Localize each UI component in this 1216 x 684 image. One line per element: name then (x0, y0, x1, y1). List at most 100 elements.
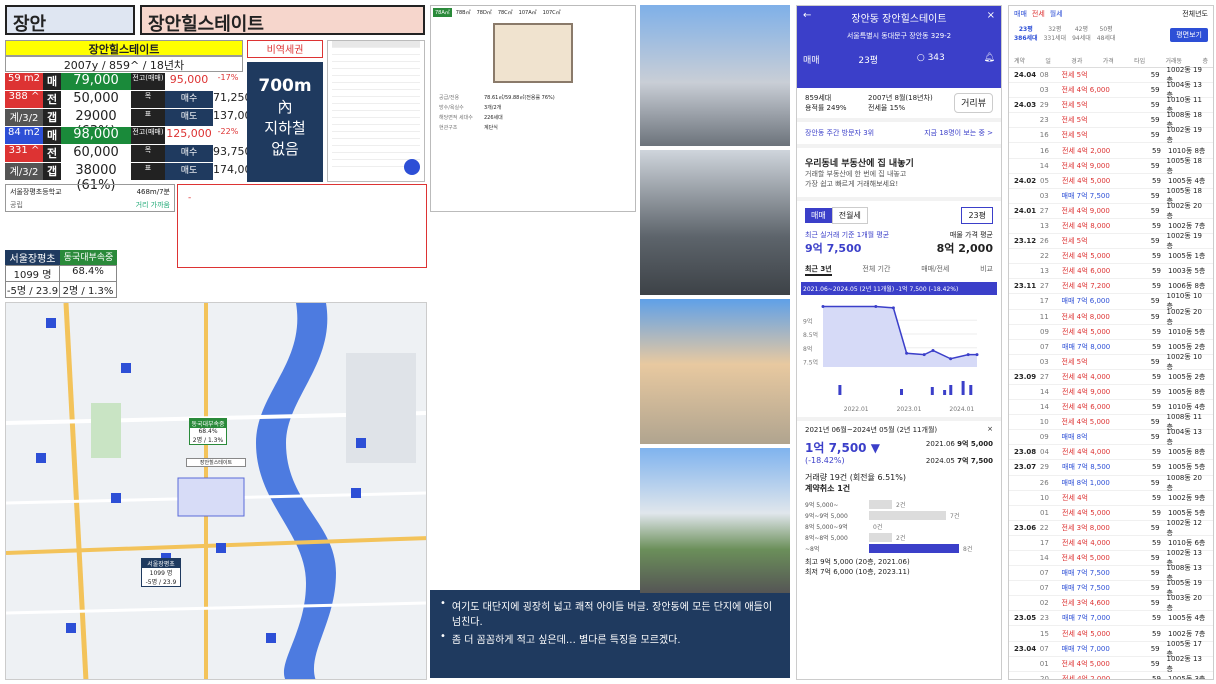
list-type: 59 (1150, 554, 1160, 563)
comments-count[interactable]: ○ 343 (917, 53, 945, 66)
list-row[interactable]: 20 전세 4억 2,000 59 1005동 3층 (1009, 672, 1213, 679)
year-select[interactable]: 전체년도 (1182, 9, 1208, 19)
tab-sale-rent[interactable]: 매매/전세 (921, 264, 949, 276)
tab-rent[interactable]: 전월세 (831, 207, 868, 224)
list-tab[interactable]: 전세 (1032, 10, 1045, 18)
help-icon[interactable] (404, 159, 420, 175)
close-icon[interactable]: × (987, 425, 993, 435)
listing-banner[interactable]: 우리동네 부동산에 집 내놓기 거래할 부동산에 한 번에 집 내놓고 가장 쉽… (797, 148, 1001, 201)
list-row[interactable]: 23.06 22 전세 3억 8,000 59 1002동 12층 (1009, 519, 1213, 537)
row-value: 매도 (165, 109, 213, 126)
photo-street-1 (640, 5, 790, 146)
diff-value: 1억 7,500 ▼ (805, 441, 880, 455)
size-option[interactable]: 50평 48세대 (1097, 24, 1116, 42)
row-price: 79,000 (61, 73, 131, 90)
list-row[interactable]: 26 매매 8억 1,000 59 1008동 20층 (1009, 474, 1213, 492)
map-view[interactable]: 동국대부속중 68.4% 2명 / 1.3% 장안힐스테이트 서울장평초 109… (5, 302, 427, 680)
list-row[interactable]: 03 전세 5억 59 1002동 10층 (1009, 353, 1213, 371)
floorplan-image[interactable] (493, 23, 573, 83)
floorplan-button[interactable]: 평면보기 (1170, 28, 1208, 42)
cancel-count: 계약취소 1건 (805, 484, 851, 493)
map-badge-midschool[interactable]: 동국대부속중 68.4% 2명 / 1.3% (189, 418, 227, 445)
list-row[interactable]: 16 전세 5억 59 1002동 19층 (1009, 126, 1213, 144)
list-row[interactable]: 24.01 27 전세 4억 9,000 59 1002동 20층 (1009, 202, 1213, 220)
close-icon[interactable]: × (987, 10, 995, 25)
list-tab[interactable]: 월세 (1050, 10, 1063, 18)
list-ym: 23.05 (1014, 614, 1037, 623)
bell-icon[interactable]: 🔔︎ (984, 53, 995, 66)
back-icon[interactable]: ← (803, 10, 811, 25)
list-col-header: 일 (1045, 58, 1051, 65)
list-row[interactable]: 11 전세 4억 8,000 59 1002동 20층 (1009, 308, 1213, 326)
list-row[interactable]: 14 전세 4억 9,000 59 1005동 8층 (1009, 385, 1213, 401)
tab-all[interactable]: 전체 기간 (862, 264, 890, 276)
subway-none: 없음 (271, 140, 299, 158)
dist-row: 8억 5,000~9억 0건 (805, 522, 993, 531)
info-year: 2007년 8월(18년차) (868, 94, 933, 102)
dist-label: 9억 5,000~ (805, 502, 839, 509)
school-distance: 468m/7분 (136, 188, 170, 196)
list-row[interactable]: 09 전세 4억 5,000 59 1010동 5층 (1009, 325, 1213, 340)
end-date: 2024.05 (925, 457, 955, 465)
plan-tab[interactable]: 78B㎡ (454, 8, 473, 17)
list-row[interactable]: 13 전세 4억 6,000 59 1003동 5층 (1009, 264, 1213, 280)
list-type: 59 (1152, 493, 1161, 502)
list-row[interactable]: 23.12 26 전세 5억 59 1002동 19층 (1009, 232, 1213, 250)
size-households: 94세대 (1072, 35, 1091, 42)
list-type: 59 (1150, 644, 1160, 653)
list-row[interactable]: 01 전세 4억 5,000 59 1002동 13층 (1009, 655, 1213, 673)
row-value: 125,000 (166, 127, 212, 140)
visit-link[interactable]: 지금 18명이 보는 중 > (924, 128, 993, 138)
list-price: 전세 4억 5,000 (1062, 327, 1111, 336)
list-row[interactable]: 02 전세 3억 4,600 59 1003동 20층 (1009, 594, 1213, 612)
plan-tab[interactable]: 78A㎡ (433, 8, 452, 17)
list-price: 매매 7억 7,500 (1061, 191, 1110, 200)
list-type: 59 (1150, 433, 1160, 442)
price-row: 계/3/2갭 29000 (63%) 표매도137,000 (5, 109, 259, 139)
dist-label: 8억~8억 5,000 (805, 535, 848, 542)
tab-compare[interactable]: 비교 (980, 264, 993, 276)
list-row[interactable]: 23.09 27 전세 4억 4,000 59 1005동 2층 (1009, 370, 1213, 385)
plan-tab[interactable]: 107A㎡ (517, 8, 539, 17)
map-badge-elem[interactable]: 서울장평초 1099 명 -5명 / 23.9 (141, 558, 181, 587)
list-price: 전세 4억 6,000 (1061, 86, 1110, 95)
tab-3y[interactable]: 최근 3년 (805, 264, 832, 276)
list-day: 10 (1039, 418, 1049, 427)
size-select[interactable]: 23평 (858, 53, 878, 66)
row-type: 매 (43, 127, 61, 144)
stat-header-mid: 동국대부속중 (60, 250, 117, 265)
list-row[interactable]: 10 전세 4억 59 1002동 9층 (1009, 491, 1213, 506)
size-option[interactable]: 23평 386세대 (1014, 24, 1038, 42)
list-price: 매매 7억 7,500 (1061, 569, 1110, 578)
list-day: 08 (1039, 71, 1049, 80)
list-row[interactable]: 23.08 04 전세 4억 4,000 59 1005동 8층 (1009, 445, 1213, 461)
plan-tab[interactable]: 78D㎡ (475, 8, 494, 17)
tab-sale[interactable]: 매매 (805, 208, 832, 223)
list-day: 01 (1040, 508, 1049, 517)
list-tab[interactable]: 매매 (1014, 10, 1027, 18)
list-price: 매매 7억 8,500 (1062, 463, 1111, 472)
x-tick-label: 2024.01 (949, 406, 974, 413)
list-type: 59 (1152, 614, 1161, 623)
deal-select[interactable]: 매매 (803, 53, 820, 66)
map-apt-label[interactable]: 장안힐스테이트 (186, 458, 246, 467)
volume-bar (949, 385, 953, 395)
list-day: 29 (1039, 101, 1049, 110)
price-chart[interactable]: 9억 8.5억 8억 7.5억 2022.01 2023.01 2024.01 (801, 295, 997, 415)
plan-tab[interactable]: 107C㎡ (541, 8, 563, 17)
volume-bar (838, 385, 842, 395)
list-row[interactable]: 09 매매 8억 59 1004동 13층 (1009, 428, 1213, 446)
list-row[interactable]: 22 전세 4억 5,000 59 1005동 1층 (1009, 249, 1213, 265)
size-option[interactable]: 42평 94세대 (1072, 24, 1091, 42)
dist-row: ~8억 8건 (805, 544, 993, 553)
list-tabs: 매매 전세 월세 (1014, 9, 1068, 19)
row-label: 전고(매매) (131, 73, 165, 90)
list-row[interactable]: 23.05 23 매매 7억 7,000 59 1005동 4층 (1009, 611, 1213, 627)
pyeong-select[interactable]: 23평 (961, 207, 993, 224)
streetview-button[interactable]: 거리뷰 (954, 93, 993, 113)
row-key: 59 m2 (5, 73, 43, 90)
list-type: 59 (1150, 569, 1160, 578)
list-row[interactable]: 14 전세 4억 9,000 59 1005동 18층 (1009, 157, 1213, 175)
plan-tab[interactable]: 78C㎡ (496, 8, 515, 17)
size-option[interactable]: 32평 331세대 (1044, 24, 1067, 42)
